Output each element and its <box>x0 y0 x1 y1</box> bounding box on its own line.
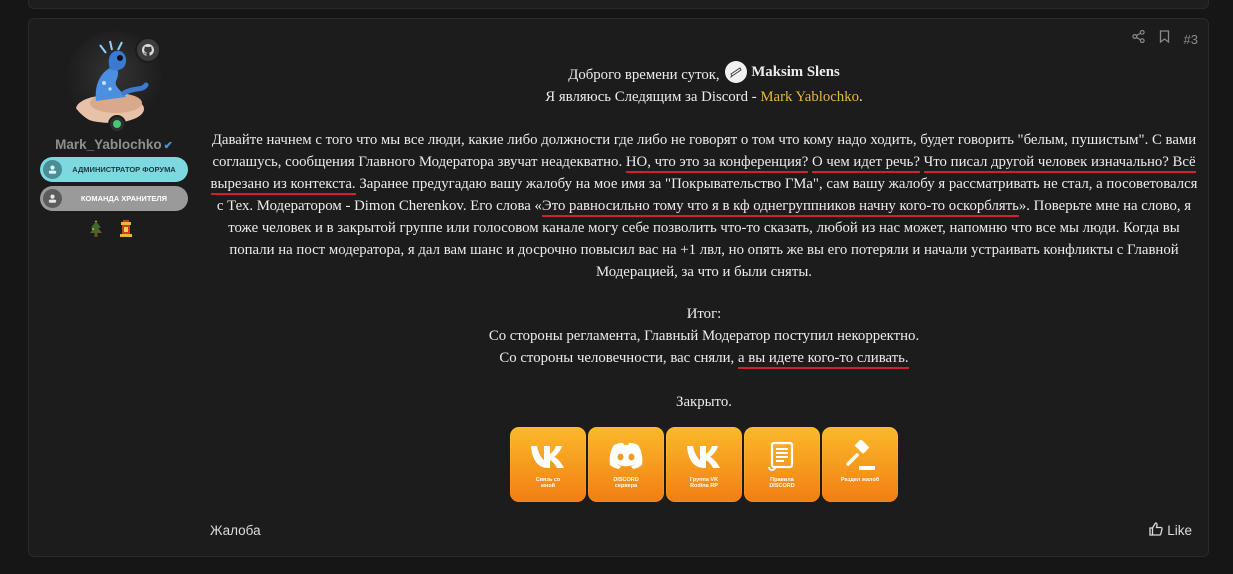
bookmark-icon[interactable] <box>1159 30 1170 48</box>
banner-label: АДМИНИСТРАТОР ФОРУМА <box>72 164 176 174</box>
like-button[interactable]: Like <box>1149 522 1192 539</box>
discord-server-button[interactable]: DISCORD сервера <box>588 427 664 502</box>
user-trophies <box>88 220 134 243</box>
post-content: #3 Доброго времени суток, Maksim Slens Я… <box>199 19 1208 556</box>
like-label: Like <box>1167 523 1192 538</box>
user-banner-admin: АДМИНИСТРАТОР ФОРУМА <box>40 157 188 182</box>
greeting-block: Доброго времени суток, Maksim Slens Я яв… <box>209 61 1199 108</box>
github-icon[interactable] <box>135 37 161 63</box>
contact-vk-button[interactable]: Связь со мной <box>510 427 586 502</box>
banner-label: КОМАНДА ХРАНИТЕЛЯ <box>80 193 168 203</box>
link-buttons: Связь со мной DISCORD сервера Группа VK … <box>510 427 900 502</box>
verified-icon: ✔ <box>163 140 173 152</box>
complaints-section-button[interactable]: Раздел жалоб <box>822 427 898 502</box>
follower-line: Я являюсь Следящим за Discord - Mark Yab… <box>545 89 863 105</box>
highlight-leak: а вы идете кого-то сливать. <box>737 350 909 369</box>
post-number-link[interactable]: #3 <box>1184 32 1198 47</box>
online-status-indicator <box>108 115 126 133</box>
closed-status: Закрыто. <box>676 394 732 410</box>
discord-rules-button[interactable]: Правила DISCORD <box>744 427 820 502</box>
group-vk-button[interactable]: Группа VK Rodina RP <box>666 427 742 502</box>
vk-icon <box>684 439 724 473</box>
summary-block: Итог: Со стороны регламента, Главный Мод… <box>209 303 1199 369</box>
share-icon[interactable] <box>1131 29 1145 48</box>
highlight-topic: О чем идет речь? <box>811 154 920 173</box>
highlight-conference: НО, что это за конференция? <box>625 154 809 173</box>
greeting-text: Доброго времени суток, <box>568 67 720 83</box>
scroll-icon <box>767 439 797 473</box>
user-banner-team: КОМАНДА ХРАНИТЕЛЯ <box>40 186 188 211</box>
user-icon <box>43 189 62 208</box>
trophy-tree-icon[interactable] <box>88 220 104 243</box>
follower-name-link[interactable]: Mark Yablochko <box>760 89 859 105</box>
mention-avatar-icon <box>725 61 748 83</box>
summary-title: Итог: <box>686 306 722 322</box>
report-link[interactable]: Жалоба <box>210 523 261 538</box>
user-icon <box>43 160 62 179</box>
greeting-line: Доброго времени суток, Maksim Slens <box>209 61 1199 86</box>
summary-line-1: Со стороны регламента, Главный Модератор… <box>488 328 920 344</box>
forum-post: Mark_Yablochko ✔ АДМИНИСТРАТОР ФОРУМА КОМ… <box>28 18 1209 557</box>
user-mention[interactable]: Maksim Slens <box>723 61 840 83</box>
discord-icon <box>606 439 646 473</box>
previous-post-card <box>28 0 1209 9</box>
trophy-lantern-icon[interactable] <box>118 220 134 243</box>
post-author-sidebar: Mark_Yablochko ✔ АДМИНИСТРАТОР ФОРУМА КОМ… <box>29 19 199 556</box>
username[interactable]: Mark_Yablochko ✔ <box>29 137 199 152</box>
vk-icon <box>528 439 568 473</box>
main-paragraph: Давайте начнем с того что мы все люди, к… <box>210 132 1198 280</box>
highlight-quote: Это равносильно тому что я в кф однегруп… <box>541 198 1019 217</box>
post-actions: #3 <box>1131 29 1198 48</box>
gavel-icon <box>843 439 877 473</box>
thumbs-up-icon <box>1149 522 1163 539</box>
summary-line-2: Со стороны человечности, вас сняли, а вы… <box>209 347 1199 369</box>
